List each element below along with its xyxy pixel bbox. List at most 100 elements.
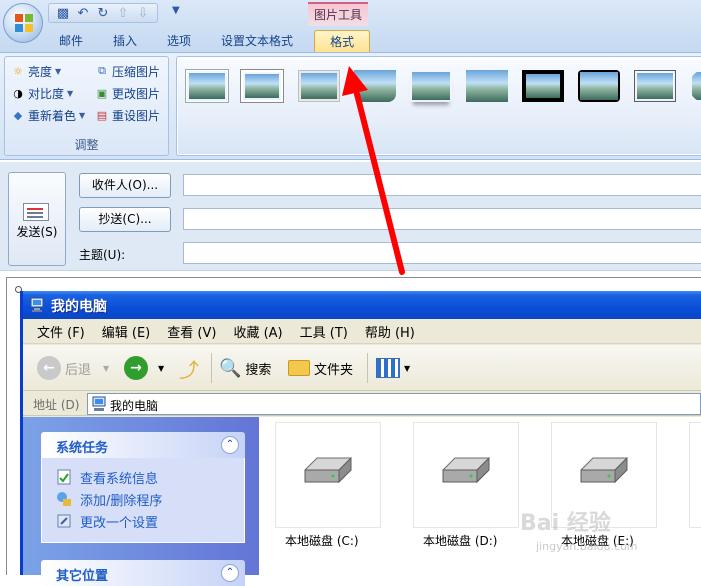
reset-picture-button[interactable]: ▤ 重设图片 bbox=[95, 105, 160, 125]
address-value: 我的电脑 bbox=[110, 399, 159, 413]
other-places-header[interactable]: 其它位置 ⌃ bbox=[41, 560, 245, 586]
to-field[interactable] bbox=[183, 174, 701, 196]
system-tasks-header[interactable]: 系统任务 ⌃ bbox=[41, 432, 245, 458]
picture-style-thumb[interactable] bbox=[690, 70, 701, 102]
search-button[interactable]: 🔍 搜索 bbox=[219, 345, 271, 391]
task-label: 查看系统信息 bbox=[80, 471, 159, 487]
forward-arrow-icon: → bbox=[124, 356, 148, 380]
tab-format[interactable]: 格式 bbox=[314, 30, 371, 54]
explorer-title: 我的电脑 bbox=[51, 299, 107, 315]
picture-style-thumb[interactable] bbox=[298, 70, 340, 102]
drive-frame bbox=[689, 422, 701, 528]
redo-icon[interactable]: ↻ bbox=[95, 5, 111, 21]
to-button[interactable]: 收件人(O)... bbox=[79, 173, 171, 198]
recolor-button[interactable]: ◆ 重新着色 ▼ bbox=[11, 105, 85, 125]
drive-item-partial[interactable] bbox=[689, 422, 701, 574]
system-tasks-list: 查看系统信息 添加/删除程序 更改一个设置 bbox=[41, 458, 245, 543]
back-arrow-icon: ← bbox=[37, 356, 61, 380]
brightness-icon: ☼ bbox=[13, 64, 23, 78]
address-input[interactable]: 我的电脑 bbox=[87, 393, 701, 415]
menu-tools[interactable]: 工具 (T) bbox=[292, 322, 357, 341]
change-picture-button[interactable]: ▣ 更改图片 bbox=[95, 83, 160, 103]
contrast-icon: ◑ bbox=[13, 86, 23, 100]
compress-picture-icon: ⧉ bbox=[98, 64, 106, 77]
tab-format-text[interactable]: 设置文本格式 bbox=[206, 30, 308, 54]
undo-icon[interactable]: ↶ bbox=[75, 5, 91, 21]
hard-drive-icon bbox=[442, 456, 490, 484]
my-computer-icon bbox=[30, 297, 44, 312]
folders-label: 文件夹 bbox=[314, 362, 354, 378]
views-icon bbox=[376, 358, 400, 378]
folder-icon bbox=[288, 360, 310, 376]
cc-field[interactable] bbox=[183, 208, 701, 230]
menu-favorites[interactable]: 收藏 (A) bbox=[225, 322, 291, 341]
system-info-icon bbox=[57, 469, 71, 485]
chevron-down-icon: ▼ bbox=[103, 363, 110, 373]
forward-button[interactable]: → ▼ bbox=[124, 345, 164, 391]
search-icon: 🔍 bbox=[219, 357, 242, 379]
chevron-down-icon: ▼ bbox=[79, 110, 86, 120]
control-panel-icon bbox=[57, 514, 71, 528]
office-button[interactable] bbox=[3, 3, 43, 43]
picture-style-thumb[interactable] bbox=[466, 70, 508, 102]
picture-style-thumb[interactable] bbox=[410, 70, 452, 102]
picture-style-thumb[interactable] bbox=[634, 70, 676, 102]
tab-mail[interactable]: 邮件 bbox=[44, 30, 98, 54]
contrast-label: 对比度 bbox=[28, 86, 65, 101]
reset-picture-icon: ▤ bbox=[96, 108, 108, 122]
explorer-address-bar: 地址 (D) 我的电脑 bbox=[23, 392, 701, 416]
picture-style-thumb[interactable] bbox=[578, 70, 620, 102]
menu-file[interactable]: 文件 (F) bbox=[23, 322, 94, 341]
collapse-icon[interactable]: ⌃ bbox=[221, 564, 239, 582]
task-change-setting[interactable]: 更改一个设置 bbox=[42, 510, 244, 532]
tab-insert[interactable]: 插入 bbox=[98, 30, 152, 54]
chevron-down-icon: ▼ bbox=[158, 363, 165, 373]
compress-picture-button[interactable]: ⧉ 压缩图片 bbox=[95, 61, 160, 81]
system-tasks-title: 系统任务 bbox=[56, 441, 109, 456]
picture-tools-context-label: 图片工具 bbox=[308, 2, 368, 26]
tab-options[interactable]: 选项 bbox=[152, 30, 206, 54]
brightness-button[interactable]: ☼ 亮度 ▼ bbox=[11, 61, 61, 81]
send-label: 发送(S) bbox=[16, 225, 58, 239]
picture-style-thumb[interactable] bbox=[354, 70, 396, 102]
send-button[interactable]: 发送(S) bbox=[8, 172, 66, 266]
task-add-remove-programs[interactable]: 添加/删除程序 bbox=[42, 488, 244, 510]
up-folder-button[interactable]: ⤴ bbox=[179, 345, 199, 391]
save-icon[interactable]: ▩ bbox=[55, 5, 71, 21]
envelope-icon bbox=[23, 203, 49, 221]
contrast-button[interactable]: ◑ 对比度 ▼ bbox=[11, 83, 73, 103]
address-label: 地址 (D) bbox=[33, 398, 80, 412]
picture-style-thumb[interactable] bbox=[241, 70, 283, 102]
qat-customize-icon[interactable]: ▼ bbox=[172, 5, 180, 16]
task-view-system-info[interactable]: 查看系统信息 bbox=[42, 466, 244, 488]
menu-help[interactable]: 帮助 (H) bbox=[357, 322, 424, 341]
cc-button[interactable]: 抄送(C)... bbox=[79, 207, 171, 232]
folders-button[interactable]: 文件夹 bbox=[288, 345, 353, 391]
menu-edit[interactable]: 编辑 (E) bbox=[94, 322, 160, 341]
picture-style-thumb[interactable] bbox=[186, 70, 228, 102]
picture-style-thumb[interactable] bbox=[522, 70, 564, 102]
drive-item-d[interactable]: 本地磁盘 (D:) bbox=[413, 422, 519, 574]
reset-picture-label: 重设图片 bbox=[112, 108, 161, 123]
chevron-down-icon: ▼ bbox=[404, 363, 411, 373]
explorer-toolbar: ← 后退 ▼ → ▼ ⤴ 🔍 搜索 文件夹 ▼ bbox=[23, 345, 701, 391]
hard-drive-icon bbox=[580, 456, 628, 484]
subject-field[interactable] bbox=[183, 242, 701, 264]
collapse-icon[interactable]: ⌃ bbox=[221, 436, 239, 454]
explorer-title-bar: 我的电脑 bbox=[23, 291, 701, 319]
explorer-task-pane: 系统任务 ⌃ 查看系统信息 添加/删除程序 更改一个设置 其它位置 ⌃ bbox=[23, 417, 259, 586]
drive-item-c[interactable]: 本地磁盘 (C:) bbox=[275, 422, 381, 574]
views-button[interactable]: ▼ bbox=[376, 345, 410, 391]
down-arrow-icon[interactable]: ⇩ bbox=[135, 5, 151, 21]
menu-view[interactable]: 查看 (V) bbox=[159, 322, 225, 341]
subject-label: 主题(U): bbox=[79, 248, 126, 262]
brightness-label: 亮度 bbox=[28, 64, 53, 79]
up-arrow-icon[interactable]: ⇧ bbox=[115, 5, 131, 21]
other-places-panel: 其它位置 ⌃ bbox=[41, 560, 245, 586]
change-picture-label: 更改图片 bbox=[112, 86, 161, 101]
back-button[interactable]: ← 后退 ▼ bbox=[37, 345, 109, 391]
explorer-menu-bar: 文件 (F) 编辑 (E) 查看 (V) 收藏 (A) 工具 (T) 帮助 (H… bbox=[23, 320, 701, 344]
change-picture-icon: ▣ bbox=[96, 86, 108, 100]
back-label: 后退 bbox=[65, 362, 92, 378]
office-logo-icon bbox=[15, 14, 33, 32]
